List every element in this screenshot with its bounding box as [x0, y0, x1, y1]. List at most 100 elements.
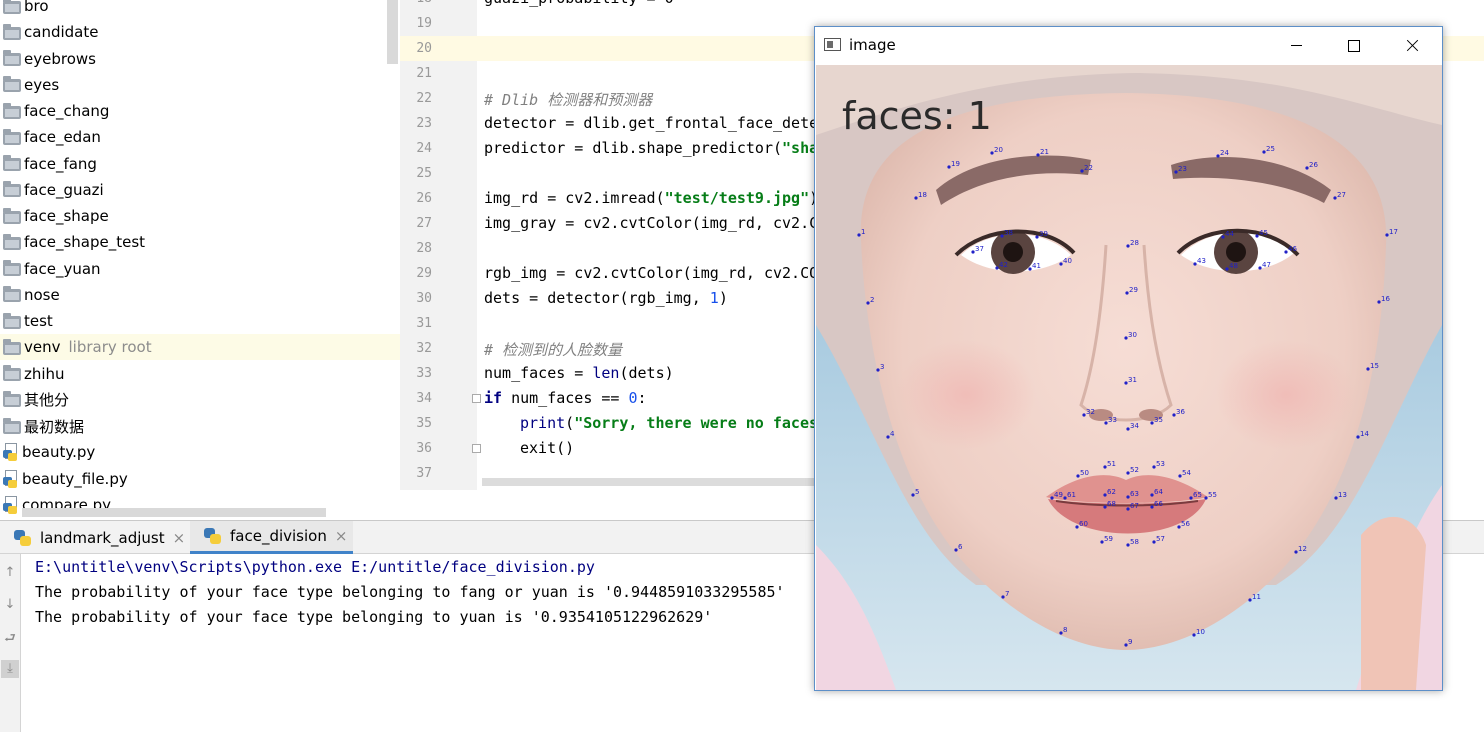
tree-item-label: zhihu: [24, 364, 65, 383]
landmark-label: 56: [1181, 520, 1190, 528]
tree-item-zhihu[interactable]: zhihu: [0, 361, 400, 387]
code-line[interactable]: 18 guazi_probability = 0: [400, 0, 1484, 11]
tree-item-face-yuan[interactable]: face_yuan: [0, 256, 400, 282]
tree-item-test[interactable]: test: [0, 308, 400, 334]
code-token: ): [718, 289, 728, 307]
tree-item-face-chang[interactable]: face_chang: [0, 98, 400, 124]
tree-item-label: face_shape: [24, 207, 109, 225]
landmark-label: 13: [1338, 491, 1347, 499]
landmark-label: 55: [1208, 491, 1217, 499]
landmark-label: 58: [1130, 538, 1139, 546]
minimize-button[interactable]: [1267, 27, 1325, 65]
landmark-label: 12: [1298, 545, 1307, 553]
tree-item-face-guazi[interactable]: face_guazi: [0, 177, 400, 203]
landmark-label: 25: [1266, 145, 1275, 153]
landmark-label: 26: [1309, 161, 1318, 169]
landmark-label: 20: [994, 146, 1003, 154]
up-arrow-icon[interactable]: ↑: [1, 564, 19, 582]
tree-horizontal-scrollbar[interactable]: [22, 508, 326, 517]
code-token: rgb_img = cv2.cvtColor(img_rd, cv2.CO: [484, 264, 819, 282]
code-text: # 检测到的人脸数量: [484, 339, 622, 360]
folder-icon: [3, 50, 21, 66]
image-window[interactable]: image faces: 1 1 2 3 4 5 6 7 8 9 10 11 1…: [814, 26, 1443, 691]
landmark-label: 4: [890, 430, 895, 438]
tree-item-label: test: [24, 312, 53, 330]
tree-item-face-edan[interactable]: face_edan: [0, 124, 400, 150]
tree-item-face-shape[interactable]: face_shape: [0, 203, 400, 229]
tree-item-eyes[interactable]: eyes: [0, 72, 400, 98]
line-number: 32: [416, 341, 432, 356]
code-token: exit(): [520, 439, 575, 457]
down-arrow-icon[interactable]: ↓: [1, 596, 19, 614]
landmark-label: 52: [1130, 466, 1139, 474]
code-text: # Dlib 检测器和预测器: [484, 89, 652, 110]
tab-face-division[interactable]: face_division ×: [190, 521, 353, 554]
landmark-label: 22: [1084, 164, 1093, 172]
python-file-icon: [3, 469, 19, 488]
scroll-to-end-icon[interactable]: ⤓: [1, 660, 19, 678]
window-titlebar[interactable]: image: [815, 27, 1442, 65]
close-icon[interactable]: ×: [335, 527, 348, 545]
line-number: 30: [416, 291, 432, 306]
code-number: 1: [709, 289, 719, 307]
landmark-label: 35: [1154, 416, 1163, 424]
editor-horizontal-scrollbar[interactable]: [482, 478, 822, 486]
line-number: 29: [416, 266, 432, 281]
landmark-label: 1: [861, 228, 865, 236]
code-text: img_gray = cv2.cvtColor(img_rd, cv2.C: [484, 214, 818, 232]
tree-item-beauty-file-py[interactable]: beauty_file.py: [0, 466, 400, 492]
line-number: 26: [416, 191, 432, 206]
folder-icon: [3, 286, 21, 303]
tree-item-venv[interactable]: venv library root: [0, 334, 400, 361]
landmark-label: 41: [1032, 262, 1041, 270]
code-builtin: print: [520, 414, 566, 432]
landmark-label: 48: [1229, 262, 1238, 270]
tree-item--[interactable]: 最初数据: [0, 413, 400, 439]
face-image-canvas: faces: 1 1 2 3 4 5 6 7 8 9 10 11 12 13 14 15 16 17 18 19 20…: [816, 65, 1442, 690]
landmark-label: 3: [880, 363, 884, 371]
faces-count-label: faces: 1: [842, 94, 992, 138]
close-button[interactable]: [1383, 27, 1441, 65]
tree-item-eyebrows[interactable]: eyebrows: [0, 46, 400, 72]
landmark-label: 45: [1259, 229, 1268, 237]
code-token: (dets): [619, 364, 674, 382]
landmark-label: 23: [1178, 165, 1187, 173]
landmark-label: 64: [1154, 488, 1163, 496]
landmark-label: 18: [918, 191, 927, 199]
code-string: "test/test9.jpg": [664, 189, 810, 207]
tree-item-face-shape-test[interactable]: face_shape_test: [0, 229, 400, 255]
folder-icon: [3, 391, 21, 408]
code-token: :: [637, 389, 647, 407]
folder-icon: [3, 76, 21, 93]
soft-wrap-icon[interactable]: ⮐: [1, 630, 19, 648]
landmark-label: 11: [1252, 593, 1261, 601]
landmark-label: 62: [1107, 488, 1116, 496]
tree-item-nose[interactable]: nose: [0, 282, 400, 308]
tree-item--[interactable]: 其他分: [0, 387, 400, 413]
fold-marker-icon[interactable]: [472, 394, 481, 403]
landmark-label: 46: [1288, 245, 1297, 253]
line-number: 24: [416, 141, 432, 156]
tree-item-face-fang[interactable]: face_fang: [0, 151, 400, 177]
tree-item-beauty-py[interactable]: beauty.py: [0, 439, 400, 465]
landmark-label: 7: [1005, 590, 1009, 598]
close-icon[interactable]: ×: [173, 529, 186, 547]
landmark-label: 9: [1128, 638, 1132, 646]
tree-vertical-scrollbar[interactable]: [387, 0, 398, 64]
maximize-button[interactable]: [1325, 27, 1383, 65]
tree-item-bro[interactable]: bro: [0, 0, 400, 19]
project-tree: bro candidate eyebrows eyes face_chang face_e…: [0, 0, 400, 520]
line-number: 33: [416, 366, 432, 381]
folder-icon: [3, 181, 21, 198]
fold-marker-icon[interactable]: [472, 444, 481, 453]
tree-item-label: 最初数据: [24, 417, 85, 436]
tree-item-candidate[interactable]: candidate: [0, 19, 400, 45]
tree-item-label: candidate: [24, 23, 99, 42]
folder-icon: [3, 338, 21, 355]
python-file-icon: [3, 495, 19, 514]
code-text: dets = detector(rgb_img, 1): [484, 289, 728, 307]
line-number: 18: [400, 0, 432, 6]
tab-landmark-adjust[interactable]: landmark_adjust ×: [0, 521, 190, 554]
tree-item-label: beauty_file.py: [22, 469, 128, 488]
landmark-label: 61: [1067, 491, 1076, 499]
